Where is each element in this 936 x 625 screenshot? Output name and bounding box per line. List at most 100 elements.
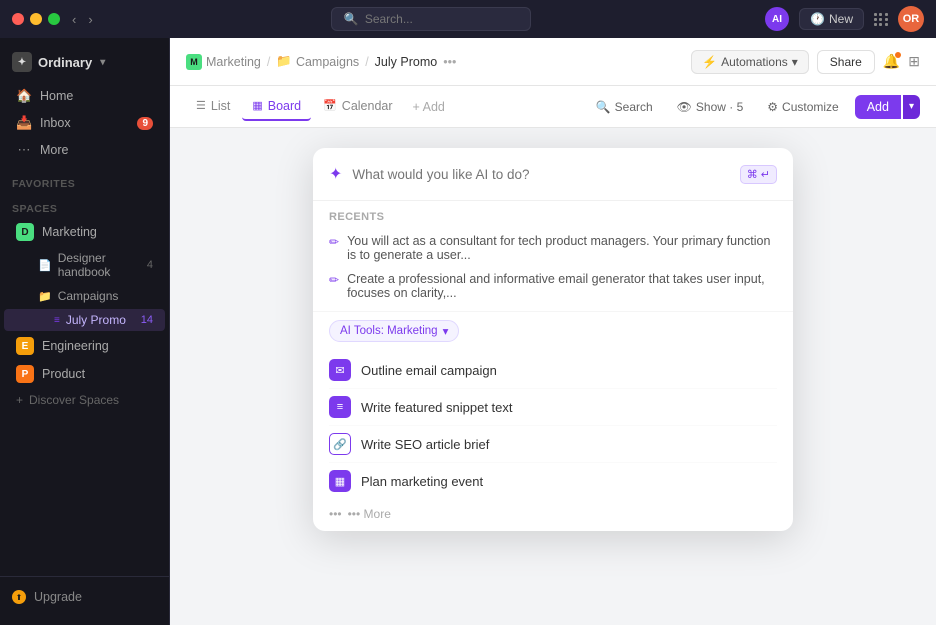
space-item-engineering[interactable]: E Engineering bbox=[4, 333, 165, 359]
space-product-label: Product bbox=[42, 367, 85, 381]
ai-tools-dropdown[interactable]: AI Tools: Marketing ▾ bbox=[329, 320, 459, 342]
spaces-section-label: Spaces bbox=[0, 193, 169, 218]
ai-badge[interactable]: AI bbox=[765, 7, 789, 31]
add-chevron-button[interactable]: ▾ bbox=[903, 95, 920, 119]
upgrade-dot-icon: ⬆ bbox=[12, 590, 26, 604]
nav-back-button[interactable]: ‹ bbox=[68, 10, 80, 29]
maximize-button[interactable] bbox=[48, 13, 60, 25]
sidebar-item-designer-handbook[interactable]: 📄 Designer handbook 4 bbox=[4, 247, 165, 283]
user-avatar[interactable]: OR bbox=[898, 6, 924, 32]
breadcrumb-more-icon[interactable]: ••• bbox=[443, 55, 456, 69]
list-icon: ≡ bbox=[54, 315, 60, 326]
snippet-action-icon: ≡ bbox=[329, 396, 351, 418]
titlebar-left: ‹ › bbox=[12, 10, 97, 29]
action-label-0: Outline email campaign bbox=[361, 363, 497, 378]
main-content: M Marketing / 📁 Campaigns / July Promo •… bbox=[170, 38, 936, 625]
ai-keyboard-shortcut: ⌘ ↵ bbox=[740, 165, 777, 184]
action-item-3[interactable]: ▦ Plan marketing event bbox=[329, 463, 777, 499]
campaigns-label: Campaigns bbox=[58, 289, 119, 303]
designer-handbook-label: Designer handbook bbox=[58, 251, 141, 279]
tab-board[interactable]: ▦ Board bbox=[242, 93, 311, 121]
show-button[interactable]: 👁 Show · 5 bbox=[669, 96, 752, 118]
july-promo-label: July Promo bbox=[66, 313, 126, 327]
inbox-icon: 📥 bbox=[16, 115, 32, 131]
add-button-group: Add ▾ bbox=[855, 95, 920, 119]
add-button[interactable]: Add bbox=[855, 95, 901, 119]
search-placeholder: Search... bbox=[365, 12, 413, 26]
close-button[interactable] bbox=[12, 13, 24, 25]
sidebar-footer: ⬆ Upgrade bbox=[0, 576, 169, 617]
automations-button[interactable]: ⚡ Automations ▾ bbox=[691, 50, 809, 74]
toolbar-right: 🔍 Search 👁 Show · 5 ⚙ Customize Add ▾ bbox=[588, 95, 920, 119]
traffic-lights bbox=[12, 13, 60, 25]
add-view-button[interactable]: + Add bbox=[405, 94, 453, 120]
titlebar-right: AI 🕐 New OR bbox=[765, 6, 924, 32]
ai-input-field[interactable] bbox=[352, 167, 729, 182]
ai-modal: ✦ ⌘ ↵ Recents ✏ You will act as a consul… bbox=[313, 148, 793, 531]
search-toolbar-button[interactable]: 🔍 Search bbox=[588, 96, 661, 118]
space-engineering-label: Engineering bbox=[42, 339, 109, 353]
workspace-chevron-icon: ▾ bbox=[100, 57, 105, 68]
share-button[interactable]: Share bbox=[817, 50, 875, 74]
search-small-icon: 🔍 bbox=[596, 100, 611, 114]
more-actions-row[interactable]: ••• ••• More bbox=[329, 499, 777, 523]
sidebar-item-more[interactable]: ⋯ More bbox=[4, 137, 165, 163]
action-label-3: Plan marketing event bbox=[361, 474, 483, 489]
breadcrumb-july-promo[interactable]: July Promo bbox=[375, 55, 438, 69]
upgrade-item[interactable]: ⬆ Upgrade bbox=[0, 585, 169, 609]
breadcrumb-sep-1: / bbox=[267, 55, 270, 69]
marketing-mini-badge: M bbox=[186, 54, 202, 70]
action-item-2[interactable]: 🔗 Write SEO article brief bbox=[329, 426, 777, 463]
space-item-marketing[interactable]: D Marketing bbox=[4, 219, 165, 245]
workspace-name: Ordinary bbox=[38, 55, 92, 70]
space-item-product[interactable]: P Product bbox=[4, 361, 165, 387]
action-item-0[interactable]: ✉ Outline email campaign bbox=[329, 352, 777, 389]
recents-section: Recents ✏ You will act as a consultant f… bbox=[313, 201, 793, 311]
designer-handbook-count: 4 bbox=[147, 259, 153, 271]
layout-icon[interactable]: ⊞ bbox=[908, 53, 920, 70]
sidebar: ✦ Ordinary ▾ 🏠 Home 📥 Inbox 9 ⋯ More Fav… bbox=[0, 38, 170, 625]
space-marketing-label: Marketing bbox=[42, 225, 97, 239]
july-promo-count: 14 bbox=[141, 314, 153, 326]
tools-dropdown-label: AI Tools: Marketing bbox=[340, 325, 438, 337]
pencil-icon-1: ✏ bbox=[329, 273, 339, 287]
tools-chevron-icon: ▾ bbox=[443, 324, 449, 338]
sidebar-item-campaigns[interactable]: 📁 Campaigns bbox=[4, 285, 165, 307]
tab-calendar[interactable]: 📅 Calendar bbox=[313, 93, 402, 121]
new-button[interactable]: 🕐 New bbox=[799, 8, 864, 30]
breadcrumb-sep-2: / bbox=[365, 55, 368, 69]
recent-item-1[interactable]: ✏ Create a professional and informative … bbox=[329, 267, 777, 305]
sidebar-item-home[interactable]: 🏠 Home bbox=[4, 83, 165, 109]
settings-icon: ⚙ bbox=[767, 100, 778, 114]
titlebar-center: 🔍 Search... bbox=[97, 7, 765, 31]
breadcrumb: M Marketing / 📁 Campaigns / July Promo •… bbox=[186, 54, 456, 70]
tab-list[interactable]: ☰ List bbox=[186, 93, 240, 121]
apps-icon[interactable] bbox=[874, 13, 888, 26]
sidebar-item-july-promo[interactable]: ≡ July Promo 14 bbox=[4, 309, 165, 331]
plus-icon: + bbox=[16, 393, 23, 407]
breadcrumb-marketing[interactable]: M Marketing bbox=[186, 54, 261, 70]
email-action-icon: ✉ bbox=[329, 359, 351, 381]
nav-forward-button[interactable]: › bbox=[84, 10, 96, 29]
action-item-1[interactable]: ≡ Write featured snippet text bbox=[329, 389, 777, 426]
minimize-button[interactable] bbox=[30, 13, 42, 25]
product-badge: P bbox=[16, 365, 34, 383]
automations-chevron-icon: ▾ bbox=[792, 55, 798, 69]
global-search-bar[interactable]: 🔍 Search... bbox=[331, 7, 531, 31]
breadcrumb-campaigns[interactable]: 📁 Campaigns bbox=[276, 54, 359, 69]
board-tab-icon: ▦ bbox=[252, 99, 262, 112]
content-area: ✦ ⌘ ↵ Recents ✏ You will act as a consul… bbox=[170, 128, 936, 625]
sidebar-home-label: Home bbox=[40, 89, 73, 103]
pencil-icon-0: ✏ bbox=[329, 235, 339, 249]
recent-text-1: Create a professional and informative em… bbox=[347, 272, 777, 300]
workspace-header[interactable]: ✦ Ordinary ▾ bbox=[0, 46, 169, 78]
customize-button[interactable]: ⚙ Customize bbox=[759, 96, 846, 118]
discover-spaces-item[interactable]: + Discover Spaces bbox=[4, 389, 165, 411]
sidebar-item-inbox[interactable]: 📥 Inbox 9 bbox=[4, 110, 165, 136]
notifications-icon[interactable]: 🔔 bbox=[883, 53, 900, 70]
app-body: ✦ Ordinary ▾ 🏠 Home 📥 Inbox 9 ⋯ More Fav… bbox=[0, 38, 936, 625]
action-label-2: Write SEO article brief bbox=[361, 437, 489, 452]
engineering-badge: E bbox=[16, 337, 34, 355]
more-dots-icon: ••• bbox=[329, 507, 342, 521]
recent-item-0[interactable]: ✏ You will act as a consultant for tech … bbox=[329, 229, 777, 267]
